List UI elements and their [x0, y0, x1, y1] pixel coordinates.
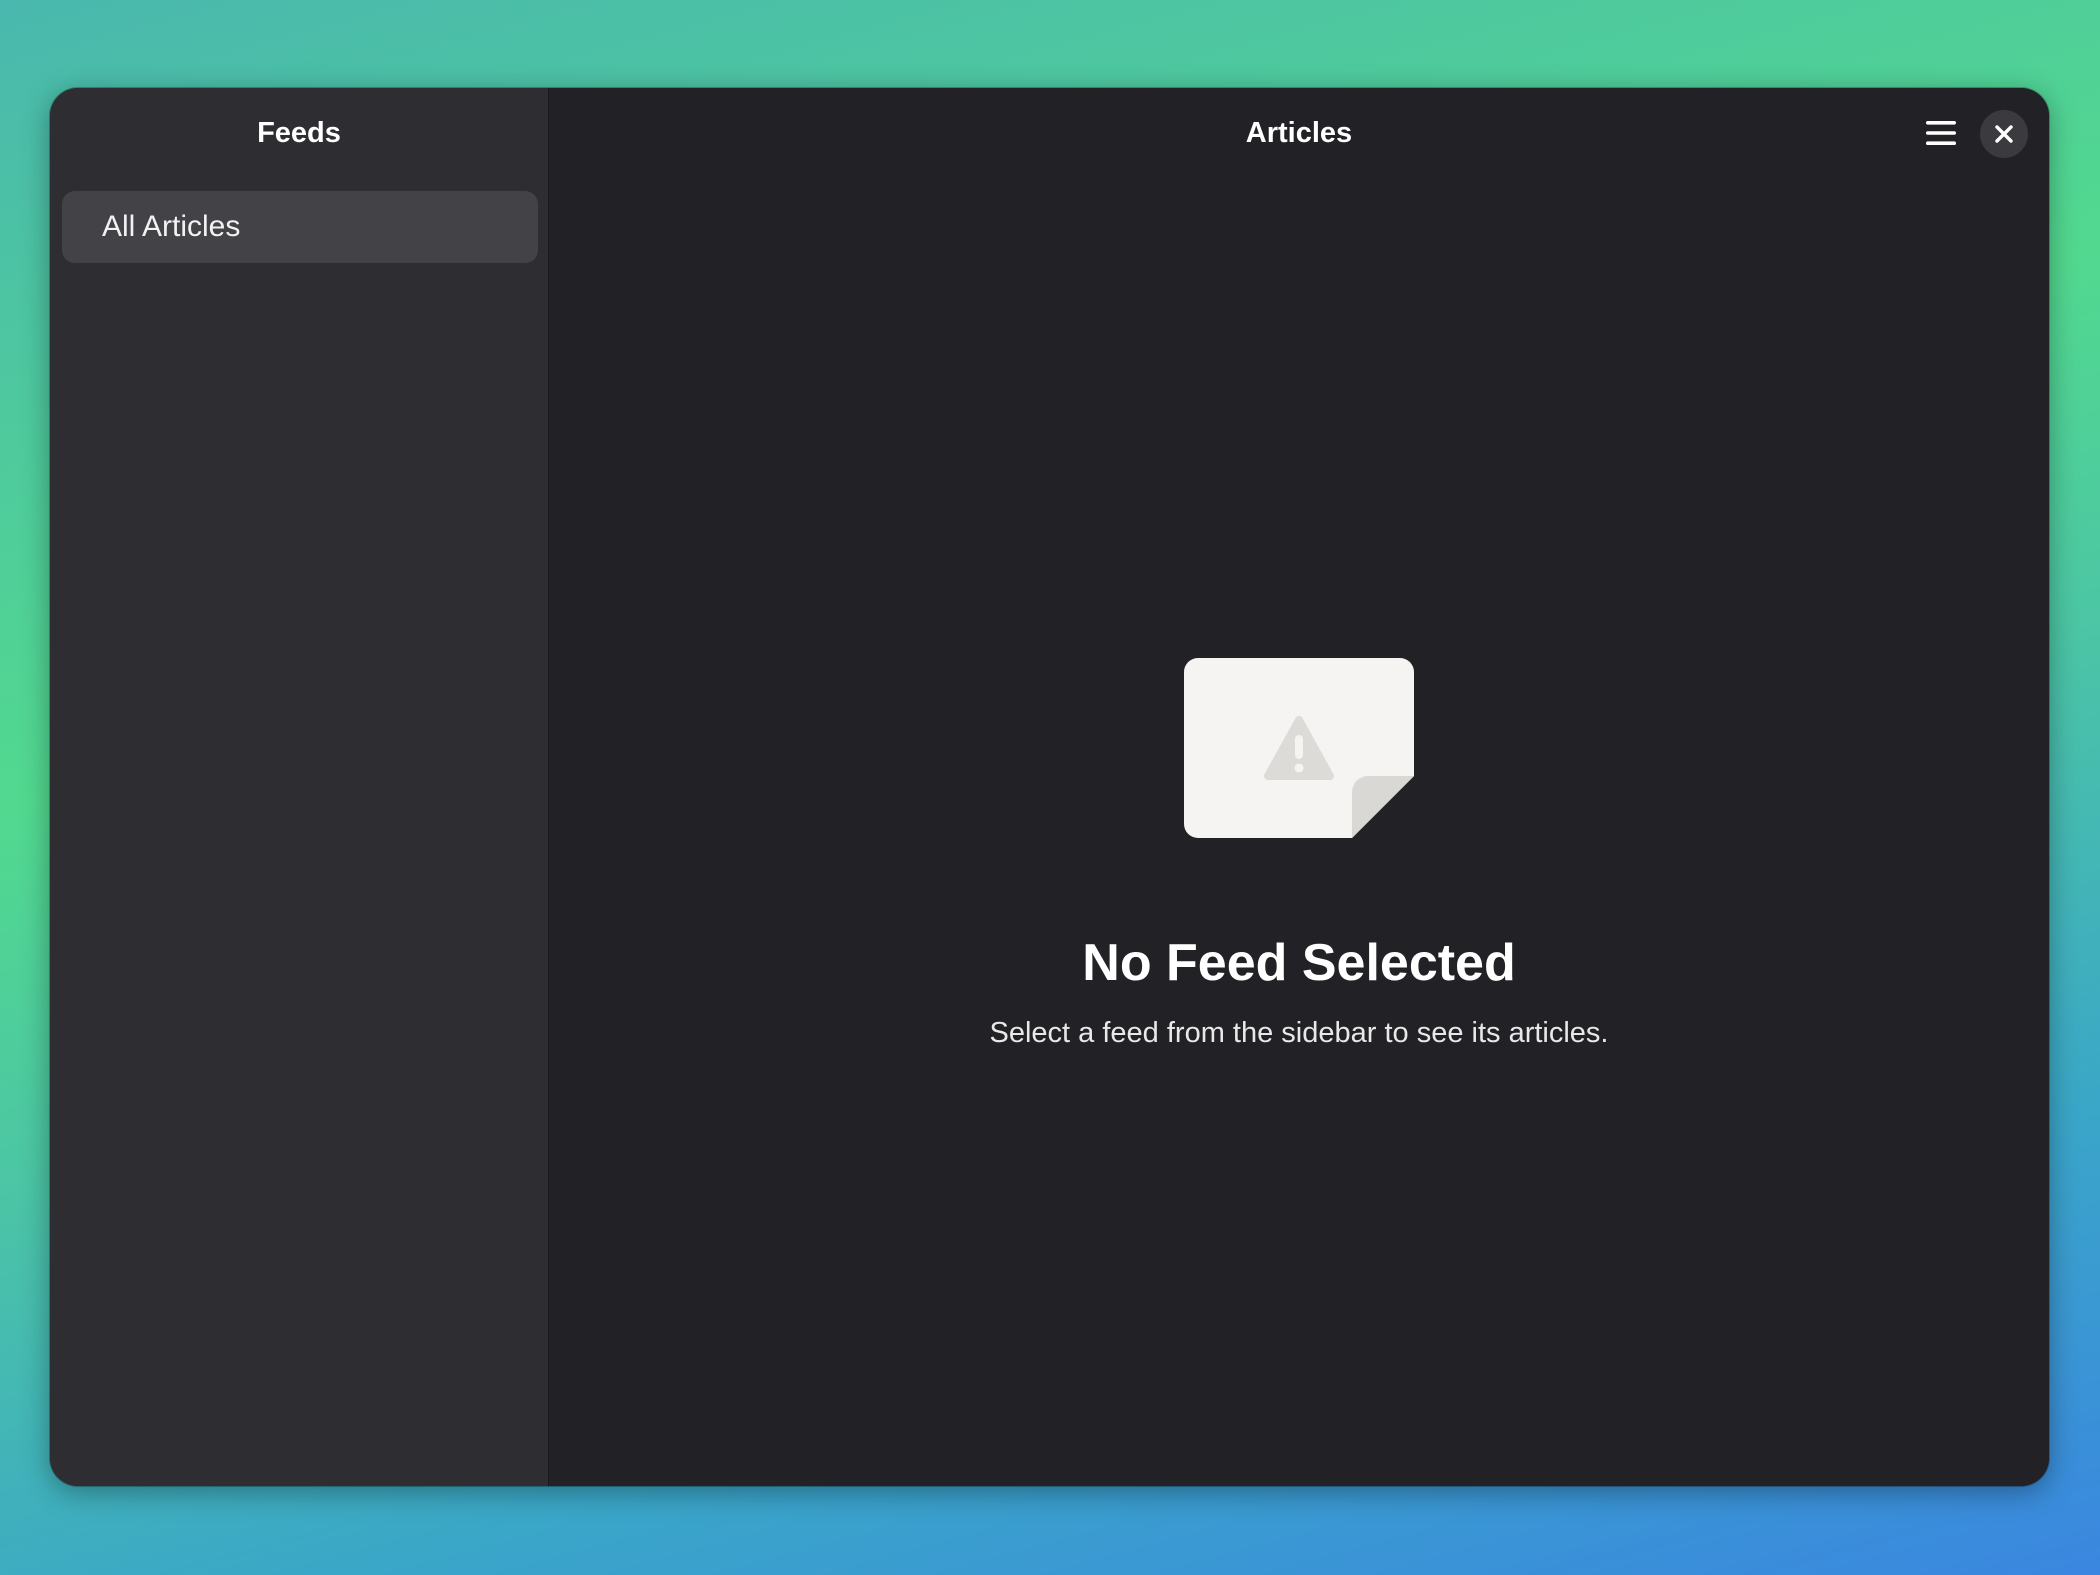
- close-icon: [1995, 125, 2013, 143]
- sidebar-title: Feeds: [257, 116, 341, 149]
- content-title-wrap: Articles: [549, 88, 2049, 178]
- hamburger-menu-icon: [1926, 121, 1956, 145]
- sidebar-item-all-articles[interactable]: All Articles: [62, 191, 538, 263]
- close-button[interactable]: [1980, 110, 2028, 158]
- main-menu-button[interactable]: [1914, 112, 1968, 154]
- page-title: Articles: [1245, 116, 1353, 149]
- empty-state-description: Select a feed from the sidebar to see it…: [989, 1017, 1609, 1049]
- content-pane: Articles No Feed Selected Select a feed …: [549, 88, 2049, 1486]
- empty-state: No Feed Selected Select a feed from the …: [549, 658, 2049, 1051]
- app-window: Feeds All Articles Articles No Feed Sele…: [50, 88, 2049, 1486]
- sidebar-item-label: All Articles: [102, 210, 241, 243]
- sidebar: Feeds All Articles: [50, 88, 549, 1486]
- empty-state-title: No Feed Selected: [1082, 934, 1516, 992]
- sidebar-header: Feeds: [50, 88, 548, 178]
- header-bar: Articles: [549, 88, 2049, 178]
- document-warning-icon: [1184, 658, 1414, 838]
